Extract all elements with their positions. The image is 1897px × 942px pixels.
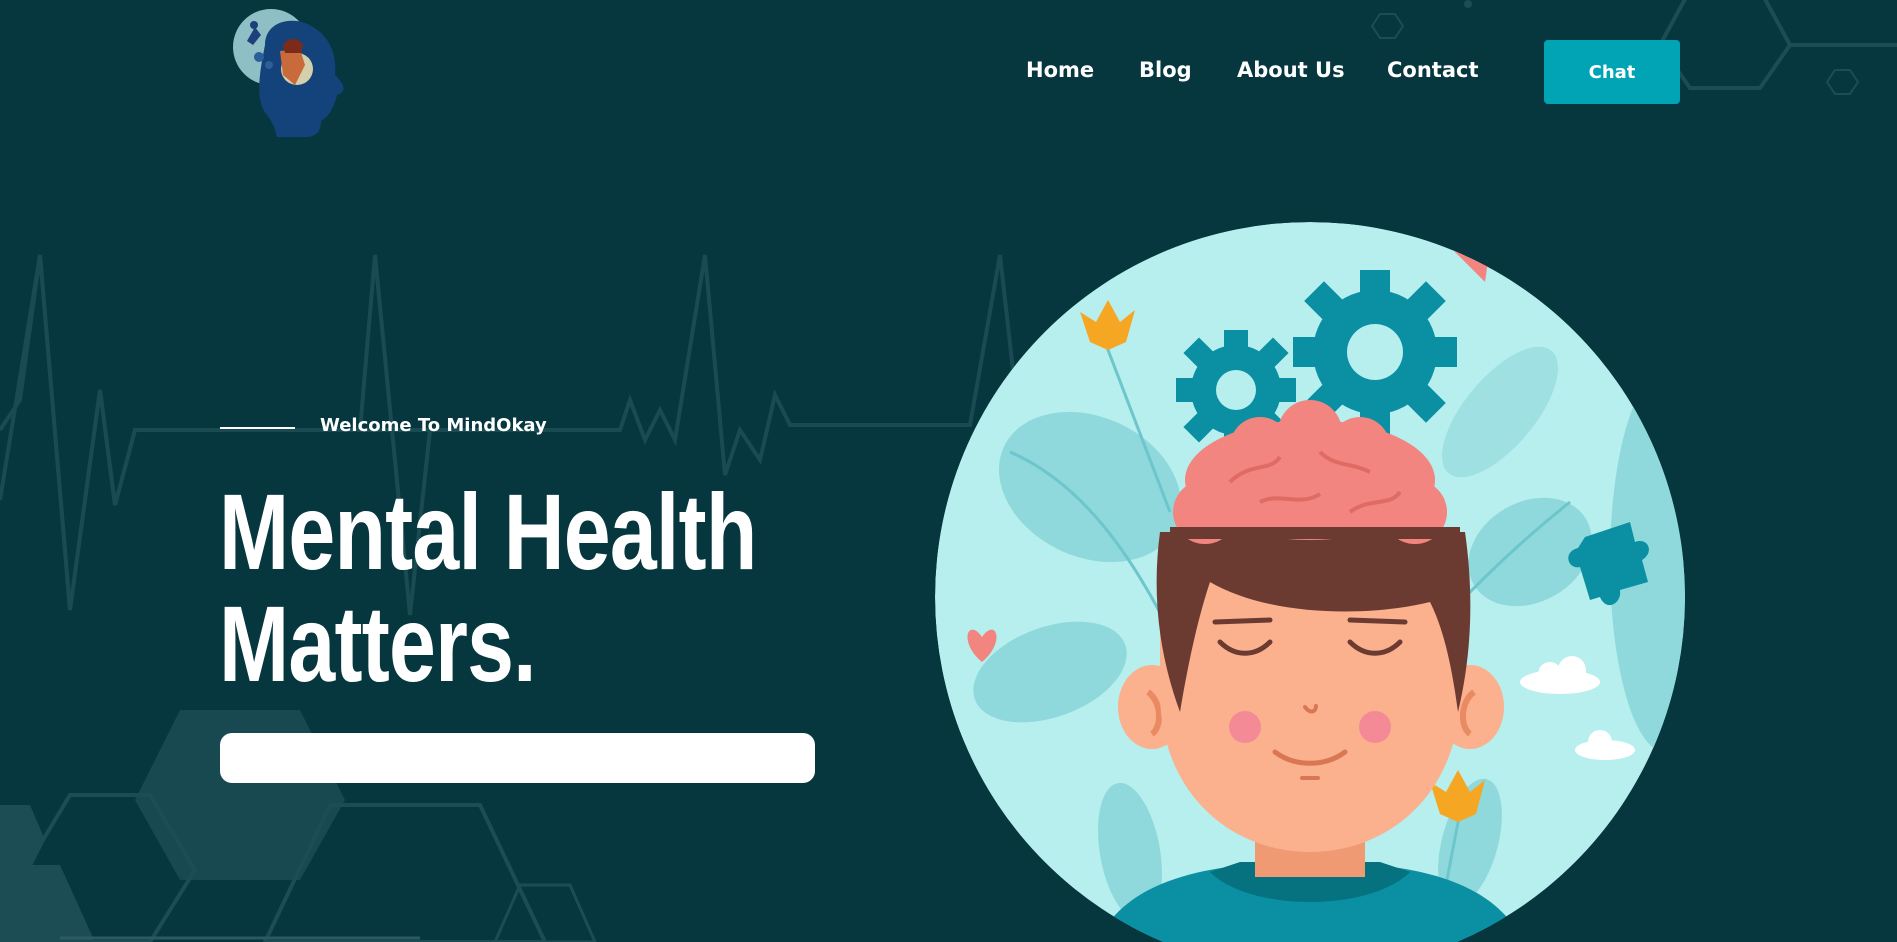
hexagon-bg	[1825, 69, 1860, 95]
hexagon-bg	[0, 805, 45, 870]
hero-title-line-2: Matters.	[219, 583, 537, 704]
nav-contact-link[interactable]: Contact	[1387, 58, 1479, 82]
nav-about-us-link[interactable]: About Us	[1237, 58, 1345, 82]
nav-blog-link[interactable]: Blog	[1139, 58, 1192, 82]
eyebrow-divider	[220, 427, 295, 429]
hexagon-bg	[1370, 13, 1405, 39]
landing-page: Home Blog About Us Contact Chat Welcome …	[0, 0, 1897, 942]
mental-health-illustration	[935, 222, 1685, 942]
chat-button[interactable]: Chat	[1544, 40, 1680, 104]
nav-home-link[interactable]: Home	[1026, 58, 1094, 82]
head-with-brain-logo-icon	[233, 9, 344, 138]
hero-text-input[interactable]	[220, 733, 815, 783]
hero-title-line-1: Mental Health	[219, 471, 757, 592]
site-logo[interactable]	[225, 5, 355, 140]
hexagon-bg	[493, 883, 597, 942]
welcome-eyebrow: Welcome To MindOkay	[320, 415, 547, 436]
hexagon-bg	[0, 865, 95, 942]
hero-title: Mental Health Matters.	[219, 476, 757, 700]
